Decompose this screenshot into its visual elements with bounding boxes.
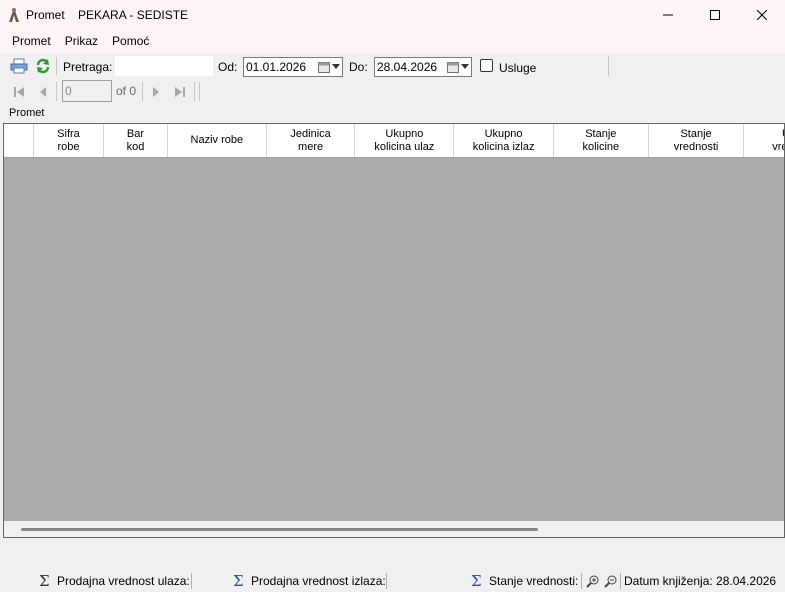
last-icon — [175, 87, 185, 97]
zoom-out-button[interactable] — [604, 574, 618, 591]
close-button[interactable] — [738, 0, 785, 29]
to-date-picker[interactable]: 28.04.2026 — [374, 57, 472, 77]
search-label: Pretraga: — [63, 60, 113, 74]
column-header-izlaz[interactable]: Ukupno kolicina izlaz — [454, 124, 554, 157]
app-icon — [9, 7, 19, 22]
status-separator — [191, 573, 192, 589]
column-header-ulaz[interactable]: Ukupno kolicina ulaz — [355, 124, 455, 157]
chevron-down-icon — [461, 64, 469, 69]
title-bar: Promet PEKARA - SEDISTE — [0, 0, 785, 29]
sale-in-label: Prodajna vrednost ulaza: — [57, 574, 190, 588]
sigma-icon: Σ — [39, 572, 50, 590]
booking-date-label: Datum knjiženja: 28.04.2026 — [624, 574, 777, 588]
menu-pomoc[interactable]: Pomoć — [105, 34, 156, 48]
zoom-in-icon — [586, 575, 599, 588]
status-separator — [620, 573, 621, 589]
sale-out-label: Prodajna vrednost izlaza: — [251, 574, 386, 588]
from-date-value: 01.01.2026 — [246, 60, 307, 74]
minimize-button[interactable] — [644, 0, 691, 29]
from-label: Od: — [218, 60, 238, 74]
first-record-button[interactable] — [10, 83, 28, 101]
last-record-button[interactable] — [171, 83, 189, 101]
column-header-sifra[interactable]: Sifra robe — [34, 124, 105, 157]
menu-bar: Promet Prikaz Pomoć — [0, 29, 785, 53]
maximize-button[interactable] — [691, 0, 738, 29]
printer-icon — [10, 58, 28, 74]
horizontal-scrollbar[interactable] — [4, 521, 784, 537]
toolbar-separator — [56, 57, 57, 75]
column-header-bar-kod[interactable]: Bar kod — [104, 124, 168, 157]
calendar-icon — [447, 62, 459, 73]
next-record-button[interactable] — [147, 83, 165, 101]
to-date-value: 28.04.2026 — [377, 60, 438, 74]
chevron-down-icon — [332, 64, 340, 69]
status-separator — [386, 573, 387, 589]
refresh-button[interactable] — [34, 57, 52, 75]
minimize-icon — [662, 14, 673, 15]
toolbar-separator — [56, 82, 57, 101]
position-input[interactable]: 0 — [62, 80, 112, 102]
services-label: Usluge — [499, 61, 537, 75]
to-label: Do: — [349, 60, 368, 74]
close-icon — [756, 9, 767, 20]
toolbar-separator — [608, 56, 609, 76]
scrollbar-thumb[interactable] — [21, 528, 538, 531]
search-input[interactable] — [115, 56, 213, 76]
grid-header: Sifra robe Bar kod Naziv robe Jedinica m… — [4, 124, 784, 158]
toolbar-separator — [199, 82, 200, 101]
status-bar: Σ Prodajna vrednost ulaza: Σ Prodajna vr… — [0, 570, 785, 592]
first-icon — [14, 87, 24, 97]
filter-toolbar: Pretraga: Od: 01.01.2026 Do: 28.04.2026 … — [0, 53, 785, 79]
column-header-jedinica[interactable]: Jedinica mere — [267, 124, 356, 157]
row-header-column[interactable] — [4, 124, 34, 157]
group-label: Promet — [9, 107, 45, 119]
sigma-icon: Σ — [471, 572, 482, 590]
toolbar-separator — [142, 82, 143, 101]
maximize-icon — [709, 9, 720, 20]
services-checkbox[interactable] — [480, 59, 493, 72]
column-header-vrednost[interactable]: U vredn — [744, 124, 784, 157]
calendar-icon — [318, 62, 330, 73]
toolbar-separator — [194, 82, 195, 101]
menu-prikaz[interactable]: Prikaz — [58, 34, 105, 48]
column-header-naziv[interactable]: Naziv robe — [168, 124, 267, 157]
refresh-icon — [36, 58, 50, 74]
stock-value-label: Stanje vrednosti: — [489, 574, 579, 588]
print-button[interactable] — [10, 57, 28, 75]
column-header-stanje-kolicine[interactable]: Stanje kolicine — [554, 124, 649, 157]
next-icon — [153, 87, 159, 97]
of-count-label: of 0 — [116, 84, 137, 98]
column-header-stanje-vrednosti[interactable]: Stanje vrednosti — [649, 124, 745, 157]
zoom-out-icon — [604, 575, 617, 588]
status-separator — [581, 573, 582, 589]
previous-icon — [40, 87, 46, 97]
data-grid[interactable]: Sifra robe Bar kod Naziv robe Jedinica m… — [3, 123, 785, 538]
navigator-toolbar: 0 of 0 — [0, 79, 785, 104]
zoom-in-button[interactable] — [586, 574, 600, 591]
window-title: Promet PEKARA - SEDISTE — [26, 7, 189, 22]
sigma-icon: Σ — [233, 572, 244, 590]
menu-promet[interactable]: Promet — [5, 34, 58, 48]
previous-record-button[interactable] — [34, 83, 52, 101]
from-date-picker[interactable]: 01.01.2026 — [243, 57, 343, 77]
